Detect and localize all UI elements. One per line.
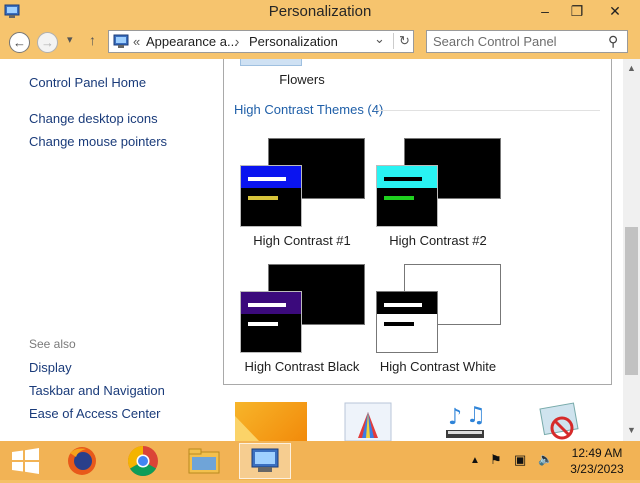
firefox-icon[interactable]: [56, 443, 108, 479]
navigation-bar: ← → ▾ ↑ « Appearance a... › Personalizat…: [0, 24, 640, 59]
control-panel-taskbar-button[interactable]: [239, 443, 291, 479]
theme-front-window: [240, 291, 302, 353]
sounds-icon[interactable]: ♪ ♫: [440, 402, 490, 441]
flowers-theme-thumbnail[interactable]: [240, 59, 302, 66]
taskbar-navigation-link[interactable]: Taskbar and Navigation: [29, 383, 165, 398]
up-button[interactable]: ↑: [89, 32, 96, 48]
taskbar: ▲ ⚑ ▣ 🔈: [0, 441, 640, 480]
group-divider: [376, 110, 600, 111]
theme-label[interactable]: High Contrast White: [363, 359, 513, 374]
scroll-up-arrow[interactable]: ▲: [623, 63, 640, 73]
theme-front-window: [376, 291, 438, 353]
minimize-button[interactable]: –: [530, 0, 560, 22]
breadcrumb-personalization[interactable]: Personalization: [249, 34, 338, 49]
theme-front-window: [240, 165, 302, 227]
search-icon[interactable]: ⚲: [608, 33, 618, 50]
theme-label[interactable]: High Contrast #1: [227, 233, 377, 248]
action-center-flag-icon[interactable]: ⚑: [490, 452, 502, 468]
chrome-icon[interactable]: [117, 443, 169, 479]
address-bar[interactable]: « Appearance a... › Personalization ⌄ ↻: [108, 30, 414, 53]
vertical-scrollbar[interactable]: ▲ ▼: [623, 59, 640, 441]
theme-text-line: [248, 322, 278, 326]
control-panel-icon: [113, 34, 129, 48]
control-panel-home-link[interactable]: Control Panel Home: [29, 75, 146, 90]
personalization-window: Personalization – ❐ ✕ ← → ▾ ↑ « Appearan…: [0, 0, 640, 441]
theme-text-line: [384, 322, 414, 326]
file-explorer-icon[interactable]: [178, 443, 230, 479]
theme-text-line: [384, 196, 414, 200]
clock[interactable]: 12:49 AM 3/23/2023: [566, 445, 628, 477]
theme-front-window: [376, 165, 438, 227]
breadcrumb-separator[interactable]: ›: [235, 34, 239, 49]
close-button[interactable]: ✕: [596, 0, 634, 22]
scroll-thumb[interactable]: [625, 227, 638, 375]
clock-date: 3/23/2023: [570, 462, 624, 476]
sidebar: Control Panel Home Change desktop icons …: [0, 59, 220, 441]
title-bar[interactable]: Personalization – ❐ ✕: [0, 0, 640, 24]
desktop-background-icon[interactable]: [235, 402, 307, 441]
scroll-down-arrow[interactable]: ▼: [623, 425, 640, 435]
search-box: ⚲: [426, 30, 628, 53]
search-input[interactable]: [433, 33, 603, 50]
color-icon[interactable]: [344, 402, 392, 441]
back-button[interactable]: ←: [9, 32, 30, 53]
svg-text:♫: ♫: [466, 403, 486, 428]
high-contrast-group-title[interactable]: High Contrast Themes (4): [234, 102, 383, 117]
theme-text-line: [384, 177, 422, 181]
theme-text-line: [248, 177, 286, 181]
theme-text-line: [248, 303, 286, 307]
breadcrumb-appearance[interactable]: Appearance a...: [146, 34, 238, 49]
change-desktop-icons-link[interactable]: Change desktop icons: [29, 111, 158, 126]
address-dropdown-button[interactable]: ⌄: [374, 31, 385, 47]
svg-text:♪: ♪: [448, 405, 462, 430]
control-panel-icon: [251, 448, 279, 472]
display-link[interactable]: Display: [29, 360, 72, 375]
recent-locations-button[interactable]: ▾: [67, 33, 73, 46]
maximize-button[interactable]: ❐: [562, 0, 592, 22]
theme-text-line: [248, 196, 278, 200]
flowers-theme-label[interactable]: Flowers: [227, 72, 377, 87]
screen-saver-icon[interactable]: [538, 402, 586, 441]
show-hidden-icons-button[interactable]: ▲: [470, 455, 480, 466]
refresh-button[interactable]: ↻: [393, 33, 410, 49]
volume-icon[interactable]: 🔈: [538, 452, 553, 466]
see-also-heading: See also: [29, 337, 76, 351]
theme-label[interactable]: High Contrast Black: [227, 359, 377, 374]
clock-time: 12:49 AM: [571, 446, 623, 460]
change-mouse-pointers-link[interactable]: Change mouse pointers: [29, 134, 167, 149]
forward-button[interactable]: →: [37, 32, 58, 53]
network-icon[interactable]: ▣: [514, 452, 526, 468]
ease-of-access-link[interactable]: Ease of Access Center: [29, 406, 161, 421]
theme-text-line: [384, 303, 422, 307]
windows-start-icon[interactable]: [0, 443, 52, 479]
theme-label[interactable]: High Contrast #2: [363, 233, 513, 248]
breadcrumb-overflow[interactable]: «: [133, 34, 140, 49]
